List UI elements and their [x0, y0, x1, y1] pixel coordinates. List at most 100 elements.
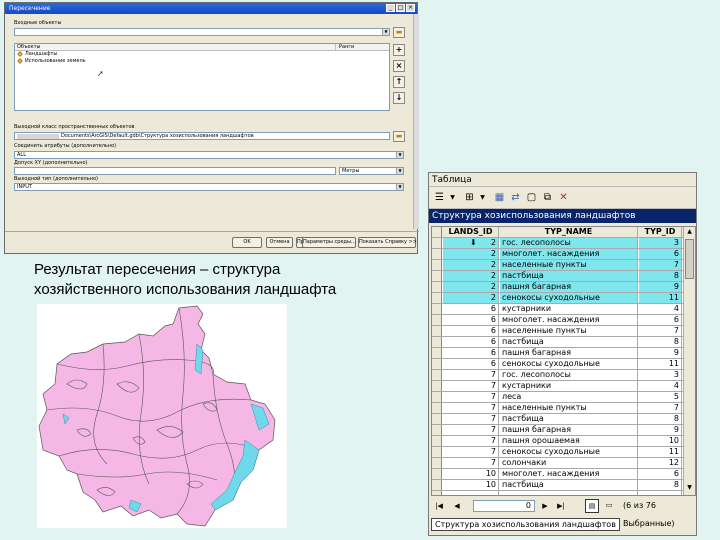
related-tables-icon[interactable]: ⊞	[463, 191, 476, 204]
table-row[interactable]: 7 пашня багарная 9	[432, 425, 695, 436]
cell-typ-id: 8	[639, 271, 682, 281]
table-row[interactable]: 7 населенные пункты 7	[432, 403, 695, 414]
last-record-icon[interactable]: ▶|	[555, 500, 567, 512]
cell-lands-id: 2	[443, 282, 499, 292]
row-selector[interactable]	[432, 458, 442, 468]
table-row[interactable]: 2 гос. лесополосы 3 ⬇	[432, 238, 695, 249]
cell-lands-id	[443, 491, 499, 495]
row-selector[interactable]	[432, 260, 442, 270]
chevron-down-icon[interactable]: ▼	[476, 191, 489, 204]
table-row[interactable]: 6 сенокосы суходольные 11	[432, 359, 695, 370]
row-selector[interactable]	[432, 370, 442, 380]
table-tab[interactable]: Структура хозиспользования ландшафтов	[431, 518, 620, 531]
input-features-list[interactable]: Объекты Ранги Ландшафты Использование зе…	[14, 43, 390, 111]
col-typ-id-header[interactable]: TYP_ID	[639, 227, 682, 237]
minimize-button[interactable]: _	[386, 4, 395, 12]
xy-unit-dropdown[interactable]: Метры ▼	[339, 167, 404, 175]
record-number-input[interactable]: 0	[473, 500, 535, 512]
table-vertical-scrollbar[interactable]: ▲ ▼	[683, 227, 695, 495]
table-row[interactable]: 2 населенные пункты 7	[432, 260, 695, 271]
prev-record-icon[interactable]: ◀	[451, 500, 463, 512]
zoom-to-selected-icon[interactable]: ⧉	[541, 191, 554, 204]
row-selector[interactable]	[432, 447, 442, 457]
row-selector[interactable]	[432, 249, 442, 259]
table-row[interactable]: 7 пастбища 8	[432, 414, 695, 425]
table-options-icon[interactable]: ☰	[433, 191, 446, 204]
row-selector[interactable]	[432, 436, 442, 446]
table-row[interactable]: 6 населенные пункты 7	[432, 326, 695, 337]
environment-settings-button[interactable]: Параметры среды...	[302, 237, 356, 248]
table-row[interactable]: 2 многолет. насаждения 6	[432, 249, 695, 260]
show-all-records-icon[interactable]: ▤	[585, 499, 599, 513]
table-row[interactable]: 6 многолет. насаждения 6	[432, 315, 695, 326]
row-selector[interactable]	[432, 271, 442, 281]
table-row[interactable]: 7 солончаки 12	[432, 458, 695, 469]
table-row[interactable]: 2 пашня багарная 9	[432, 282, 695, 293]
row-selector[interactable]	[432, 381, 442, 391]
row-selector[interactable]	[432, 392, 442, 402]
table-row[interactable]: 7 сенокосы суходольные 11	[432, 447, 695, 458]
row-selector[interactable]	[432, 337, 442, 347]
join-attributes-dropdown[interactable]: ALL ▼	[14, 151, 404, 159]
output-type-dropdown[interactable]: INPUT ▼	[14, 183, 404, 191]
table-row[interactable]: 6 кустарники 4	[432, 304, 695, 315]
maximize-button[interactable]: □	[396, 4, 405, 12]
cell-lands-id: 7	[443, 403, 499, 413]
output-field[interactable]: Documents\ArcGIS\Default.gdb\Структура х…	[14, 132, 390, 140]
row-selector[interactable]	[432, 425, 442, 435]
row-selector[interactable]	[432, 348, 442, 358]
row-selector[interactable]	[432, 304, 442, 314]
scroll-up-icon[interactable]: ▲	[685, 228, 694, 238]
row-selector[interactable]	[432, 469, 442, 479]
table-row[interactable]: 2 пастбища 8	[432, 271, 695, 282]
add-icon[interactable]: +	[393, 44, 405, 56]
table-row[interactable]	[432, 491, 695, 495]
table-row[interactable]: 7 кустарники 4	[432, 381, 695, 392]
move-down-icon[interactable]: ↓	[393, 92, 405, 104]
table-row[interactable]: 10 многолет. насаждения 6	[432, 469, 695, 480]
show-help-button[interactable]: Показать Справку >>	[358, 237, 417, 248]
row-selector[interactable]	[432, 491, 442, 495]
cell-lands-id: 7	[443, 447, 499, 457]
switch-selection-icon[interactable]: ⇄	[509, 191, 522, 204]
table-row[interactable]: 6 пашня багарная 9	[432, 348, 695, 359]
row-selector[interactable]	[432, 403, 442, 413]
col-typ-name-header[interactable]: TYP_NAME	[500, 227, 638, 237]
scroll-down-icon[interactable]: ▼	[685, 484, 694, 494]
delete-selected-icon[interactable]: ✕	[557, 191, 570, 204]
table-row[interactable]: 6 пастбища 8	[432, 337, 695, 348]
select-by-attributes-icon[interactable]: ▦	[493, 191, 506, 204]
show-selected-records-icon[interactable]: ▭	[602, 499, 616, 513]
col-lands-id-header[interactable]: LANDS_ID	[443, 227, 499, 237]
list-item[interactable]: Использование земель	[15, 58, 389, 65]
input-features-dropdown[interactable]: ▼	[14, 28, 390, 36]
row-selector[interactable]	[432, 414, 442, 424]
row-selector[interactable]	[432, 480, 442, 490]
xy-tolerance-input[interactable]	[14, 167, 336, 175]
cancel-button[interactable]: Отмена	[266, 237, 293, 248]
table-row[interactable]: 10 пастбища 8	[432, 480, 695, 491]
table-row[interactable]: 7 пашня орошаемая 10	[432, 436, 695, 447]
folder-open-icon[interactable]: ▬	[393, 27, 405, 38]
chevron-down-icon[interactable]: ▼	[446, 191, 459, 204]
row-selector[interactable]	[432, 293, 442, 303]
move-up-icon[interactable]: ↑	[393, 76, 405, 88]
next-record-icon[interactable]: ▶	[539, 500, 551, 512]
table-row[interactable]: 7 леса 5	[432, 392, 695, 403]
ok-button[interactable]: OK	[232, 237, 262, 248]
close-button[interactable]: ×	[406, 4, 415, 12]
first-record-icon[interactable]: |◀	[433, 500, 445, 512]
clear-selection-icon[interactable]: ▢	[525, 191, 538, 204]
remove-icon[interactable]: ×	[393, 60, 405, 72]
list-item[interactable]: Ландшафты	[15, 51, 389, 58]
row-selector[interactable]	[432, 326, 442, 336]
row-selector[interactable]	[432, 359, 442, 369]
row-selector[interactable]	[432, 282, 442, 292]
scroll-thumb[interactable]	[685, 239, 694, 279]
table-row[interactable]: 7 гос. лесополосы 3	[432, 370, 695, 381]
table-row[interactable]: 2 сенокосы суходольные 11	[432, 293, 695, 304]
dialog-scrollbar[interactable]	[413, 14, 419, 229]
folder-open-icon[interactable]: ▬	[393, 131, 405, 142]
row-selector[interactable]	[432, 238, 442, 248]
row-selector[interactable]	[432, 315, 442, 325]
